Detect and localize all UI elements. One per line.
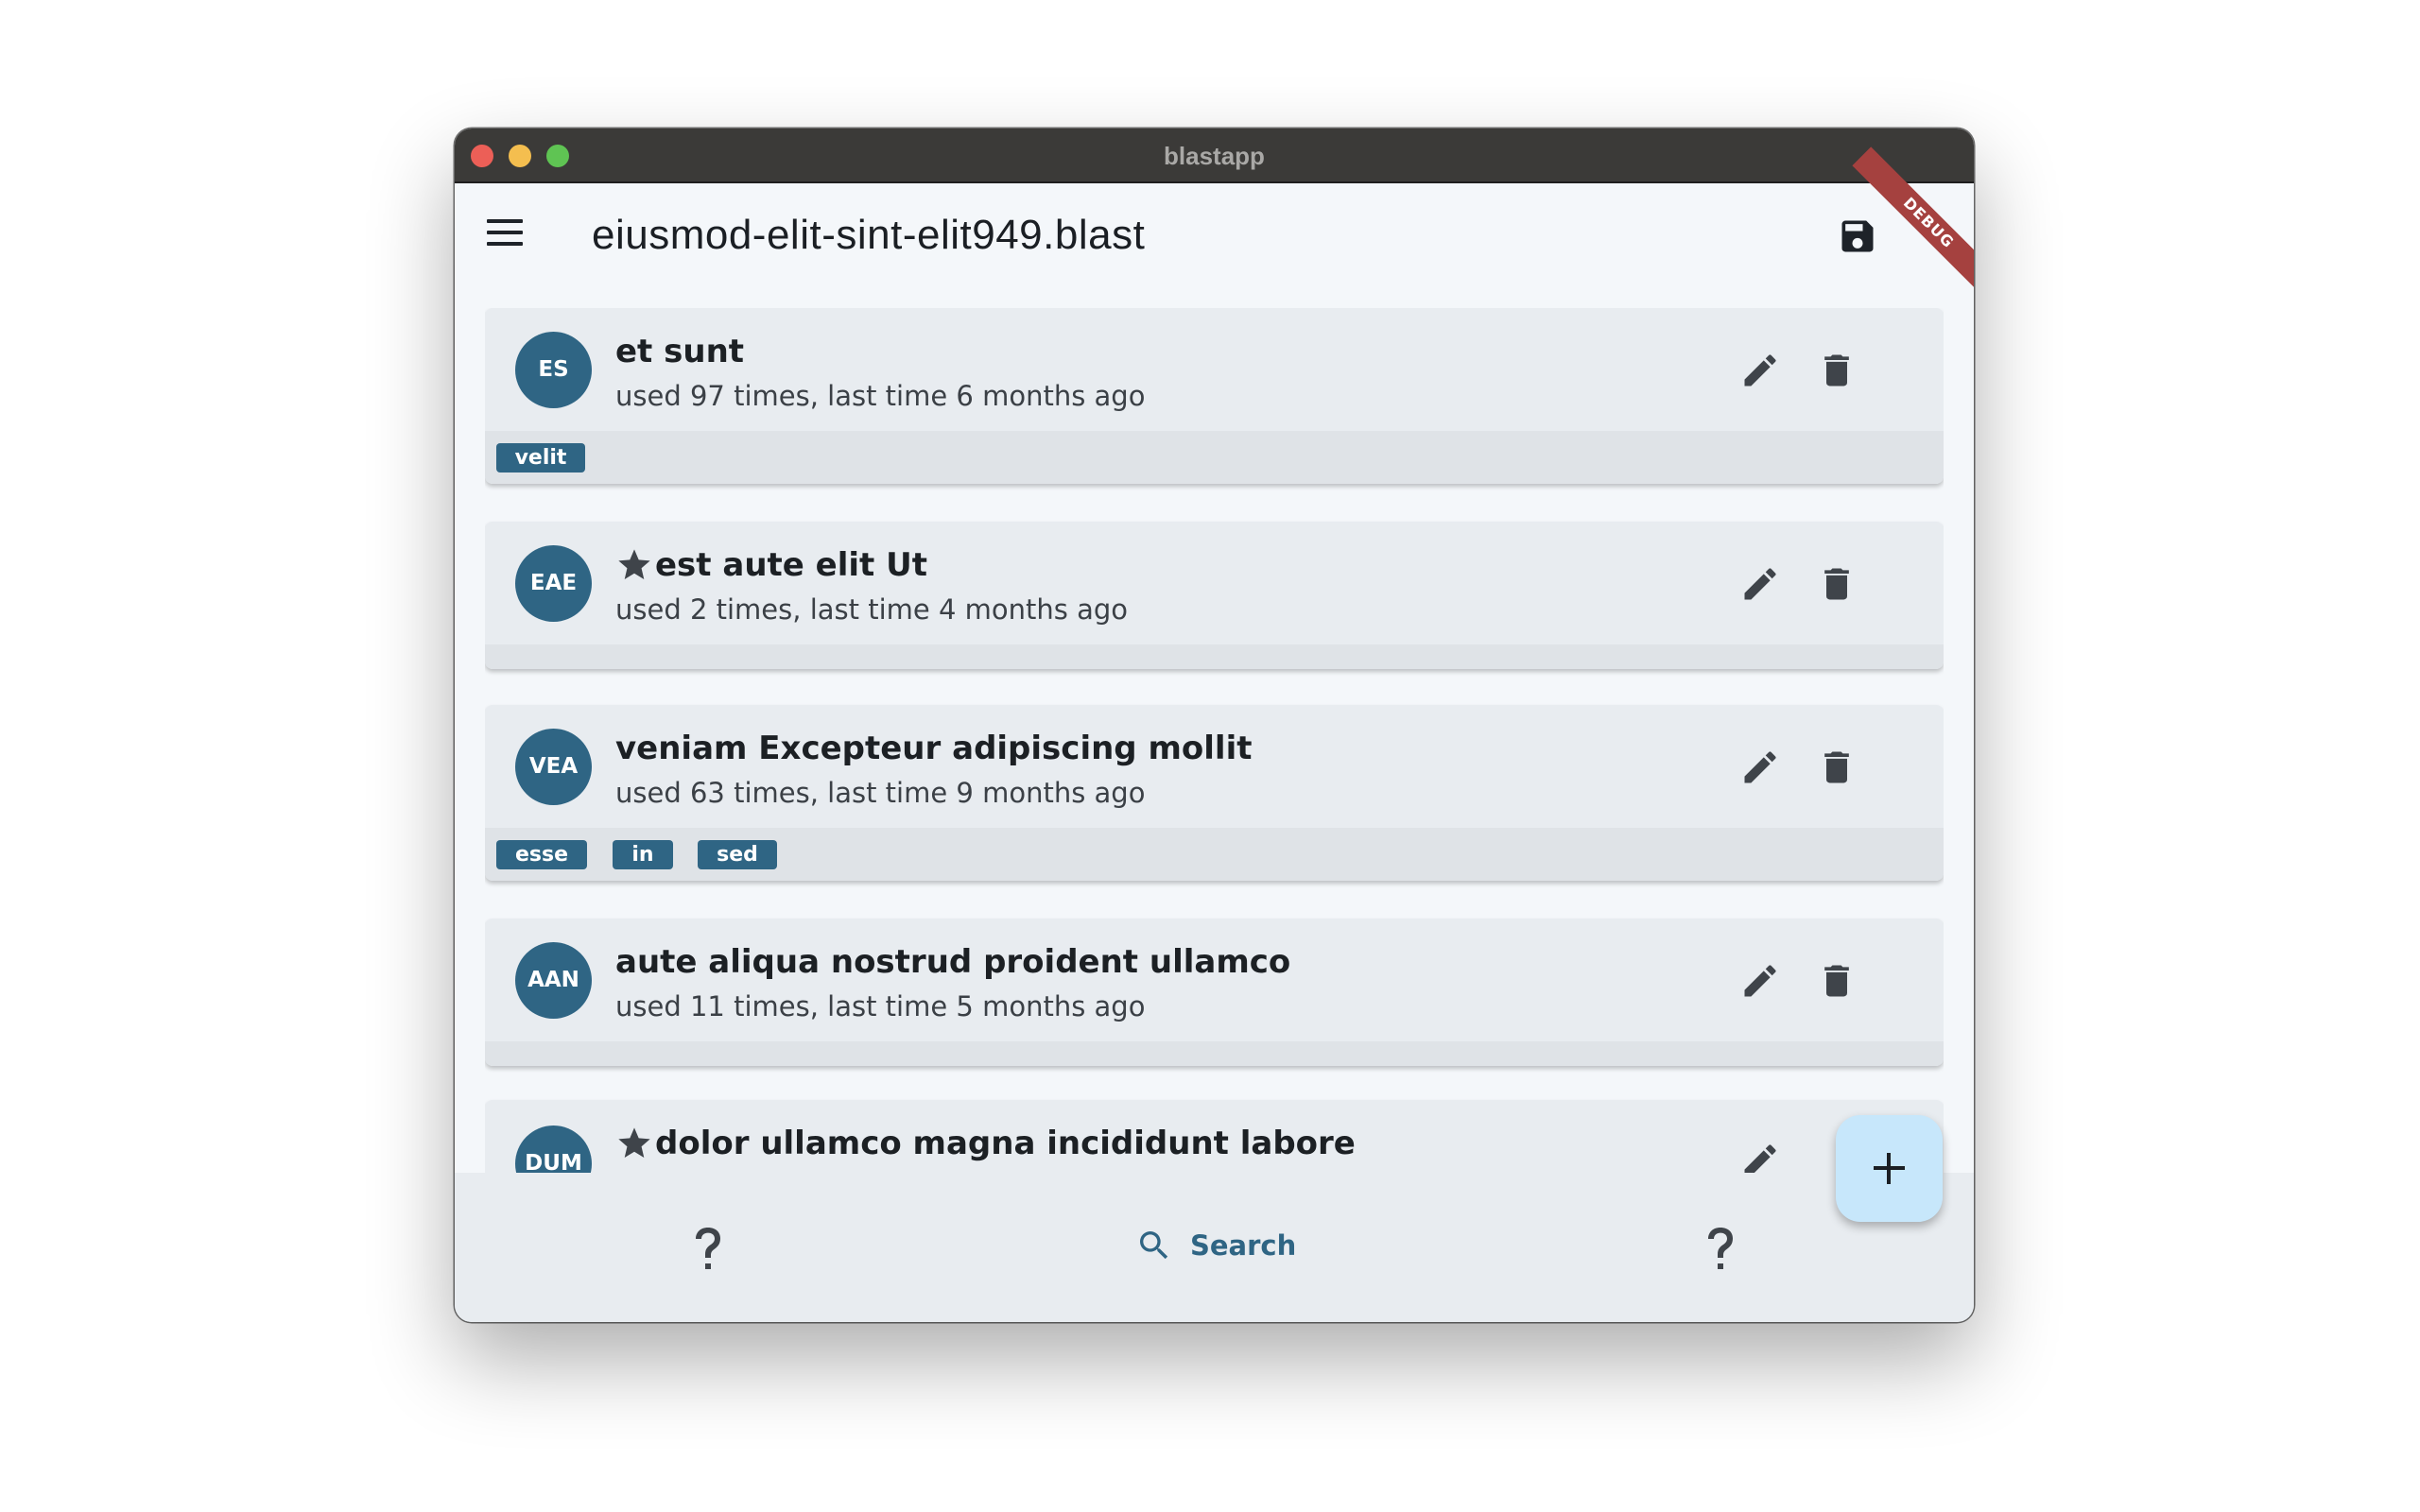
trash-icon [1824, 568, 1849, 600]
search-icon [1140, 1231, 1168, 1260]
title-bar: blastapp [455, 129, 1974, 183]
bottom-nav: Search [455, 1173, 1974, 1322]
item-title: aute aliqua nostrud proident ullamco [615, 943, 1290, 981]
trash-icon [1824, 751, 1849, 783]
item-subtitle: used 97 times, last time 6 months ago [615, 380, 1146, 412]
delete-button[interactable] [1816, 747, 1858, 788]
item-subtitle: used 11 times, last time 5 months ago [615, 990, 1146, 1022]
file-title: eiusmod-elit-sint-elit949.blast [592, 212, 1146, 258]
help-icon [696, 1228, 720, 1269]
item-title: et sunt [615, 333, 744, 370]
pencil-icon [1744, 354, 1776, 387]
item-subtitle: used 63 times, last time 9 months ago [615, 777, 1146, 809]
list-item[interactable]: ES et sunt used 97 times, last time 6 mo… [485, 308, 1944, 484]
tag-chip[interactable]: sed [698, 840, 777, 869]
pencil-icon [1744, 1144, 1776, 1173]
hamburger-icon-line [487, 231, 523, 234]
tag-bar [485, 644, 1944, 669]
edit-button[interactable] [1739, 747, 1781, 788]
star-icon [618, 549, 650, 579]
entry-list: ES et sunt used 97 times, last time 6 mo… [485, 308, 1944, 1173]
add-icon [1874, 1153, 1905, 1184]
save-button[interactable] [1837, 215, 1878, 257]
delete-button[interactable] [1816, 563, 1858, 605]
item-title: dolor ullamco magna incididunt labore [615, 1125, 1356, 1162]
item-title-text: et sunt [615, 333, 745, 370]
list-item[interactable]: VEA veniam Excepteur adipiscing mollit u… [485, 705, 1944, 881]
list-item[interactable]: AAN aute aliqua nostrud proident ullamco… [485, 919, 1944, 1066]
list-item[interactable]: DUM dolor ullamco magna incididunt labor… [485, 1100, 1944, 1173]
save-icon [1841, 220, 1874, 252]
trash-icon [1824, 354, 1849, 387]
tag-bar: velit [485, 431, 1944, 484]
item-title: veniam Excepteur adipiscing mollit [615, 730, 1252, 767]
avatar: DUM [515, 1125, 592, 1173]
app-bar: eiusmod-elit-sint-elit949.blast DEBUG [455, 146, 1974, 300]
tag-chip[interactable]: in [613, 840, 673, 869]
help-button-right[interactable] [1696, 1222, 1743, 1275]
item-title-text: est aute elit Ut [655, 546, 928, 584]
item-title-text: dolor ullamco magna incididunt labore [655, 1125, 1356, 1162]
delete-button[interactable] [1816, 350, 1858, 391]
avatar: EAE [515, 545, 592, 622]
item-title-text: veniam Excepteur adipiscing mollit [615, 730, 1253, 767]
search-button[interactable]: Search [1135, 1222, 1296, 1269]
pencil-icon [1744, 568, 1776, 600]
edit-button[interactable] [1739, 563, 1781, 605]
list-item[interactable]: EAE est aute elit Ut used 2 times, last … [485, 522, 1944, 669]
hamburger-icon-line [487, 242, 523, 246]
edit-button[interactable] [1739, 1140, 1781, 1173]
pencil-icon [1744, 751, 1776, 783]
item-subtitle: used 2 times, last time 4 months ago [615, 593, 1128, 626]
tag-chip[interactable]: velit [496, 443, 585, 472]
hamburger-icon [487, 219, 523, 223]
item-title: est aute elit Ut [615, 546, 927, 584]
menu-button[interactable] [487, 219, 525, 251]
avatar: VEA [515, 729, 592, 805]
star-icon [618, 1127, 650, 1158]
trash-icon [1824, 965, 1849, 997]
add-button[interactable] [1836, 1115, 1943, 1222]
avatar: AAN [515, 942, 592, 1019]
help-icon [1708, 1228, 1733, 1269]
tag-bar: esse in sed [485, 828, 1944, 881]
edit-button[interactable] [1739, 350, 1781, 391]
help-button-left[interactable] [683, 1222, 731, 1275]
pencil-icon [1744, 965, 1776, 997]
window-title: blastapp [1164, 142, 1265, 170]
tag-chip[interactable]: esse [496, 840, 587, 869]
app-window: blastapp eiusmod-elit-sint-elit949.blast… [455, 129, 1974, 1322]
delete-button[interactable] [1816, 960, 1858, 1002]
avatar: ES [515, 332, 592, 408]
tag-bar [485, 1041, 1944, 1066]
edit-button[interactable] [1739, 960, 1781, 1002]
search-label: Search [1190, 1229, 1297, 1262]
item-title-text: aute aliqua nostrud proident ullamco [615, 943, 1291, 981]
